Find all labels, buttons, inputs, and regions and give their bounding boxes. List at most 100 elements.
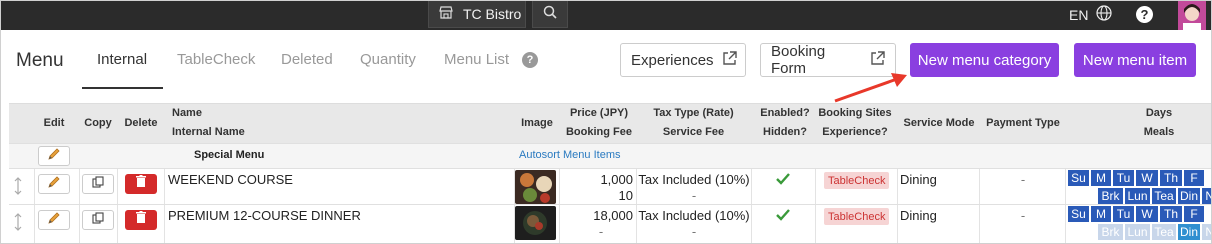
tab-deleted[interactable]: Deleted (281, 51, 333, 68)
new-menu-category-button[interactable]: New menu category (910, 43, 1059, 77)
day-badge: Su (1068, 170, 1089, 186)
top-bar: TC Bistro EN ? (1, 1, 1211, 30)
col-booking-sites: Booking Sites (818, 107, 892, 119)
avatar[interactable] (1178, 1, 1206, 30)
category-row: Special Menu Autosort Menu Items (9, 143, 1211, 168)
experiences-label: Experiences (631, 51, 714, 69)
help-icon[interactable]: ? (522, 52, 538, 68)
experiences-button[interactable]: Experiences (620, 43, 746, 77)
payment-type: - (1020, 172, 1026, 187)
booking-site-badge: TableCheck (824, 172, 890, 189)
page-title: Menu (16, 50, 64, 71)
price: 18,000 (593, 208, 633, 223)
col-service-mode: Service Mode (903, 117, 975, 129)
day-badge: M (1091, 206, 1111, 222)
category-edit-button[interactable] (38, 146, 70, 166)
tax-type: Tax Included (10%) (638, 208, 750, 223)
edit-button[interactable] (38, 210, 70, 230)
tab-tablecheck[interactable]: TableCheck (177, 51, 255, 68)
col-meals: Meals (1143, 126, 1175, 138)
service-fee: - (691, 224, 697, 239)
app-frame: TC Bistro EN ? Menu Internal TableCheck … (0, 0, 1212, 244)
copy-icon (92, 211, 104, 229)
col-copy: Copy (84, 117, 112, 129)
trash-icon (135, 175, 147, 193)
col-enabled: Enabled? (760, 107, 810, 119)
meal-badge: Ni (1202, 224, 1211, 240)
col-internal-name: Internal Name (172, 126, 245, 138)
enabled-check-icon (776, 208, 790, 226)
tab-internal[interactable]: Internal (97, 51, 147, 68)
item-name: PREMIUM 12-COURSE DINNER (168, 208, 361, 223)
active-tab-indicator (82, 87, 163, 89)
meal-badge: Ni (1202, 188, 1211, 204)
booking-fee: 10 (618, 188, 633, 203)
col-service-fee: Service Fee (662, 126, 725, 138)
new-menu-item-button[interactable]: New menu item (1074, 43, 1196, 77)
search-icon (543, 5, 557, 24)
meal-badge: Brk (1098, 224, 1123, 240)
meal-badge: Lun (1125, 188, 1150, 204)
language-selector[interactable]: EN (1069, 5, 1113, 24)
day-badge: W (1136, 170, 1158, 186)
booking-site-badge: TableCheck (824, 208, 890, 225)
meal-badge: Brk (1098, 188, 1123, 204)
copy-button[interactable] (82, 210, 114, 230)
day-badge: Th (1160, 206, 1182, 222)
copy-button[interactable] (82, 174, 114, 194)
day-badge: Tu (1113, 206, 1134, 222)
meal-badge: Din (1178, 188, 1200, 204)
drag-handle-icon[interactable] (14, 177, 22, 200)
col-payment-type: Payment Type (986, 117, 1060, 129)
table-row[interactable]: PREMIUM 12-COURSE DINNER 18,000 - Tax In… (9, 204, 1211, 243)
payment-type: - (1020, 208, 1026, 223)
col-name: Name (172, 107, 202, 119)
store-icon (439, 6, 453, 22)
annotation-arrow (834, 73, 907, 103)
delete-button[interactable] (125, 210, 157, 230)
day-badge: F (1184, 170, 1204, 186)
language-label: EN (1069, 6, 1089, 23)
col-delete: Delete (124, 117, 158, 129)
menu-item-thumbnail (515, 206, 556, 240)
booking-fee: - (598, 224, 604, 239)
globe-icon (1096, 5, 1113, 24)
price: 1,000 (600, 172, 633, 187)
col-edit: Edit (43, 117, 65, 129)
edit-button[interactable] (38, 174, 70, 194)
meal-badge: Lun (1125, 224, 1150, 240)
tax-type: Tax Included (10%) (638, 172, 750, 187)
col-tax-type: Tax Type (Rate) (653, 107, 734, 119)
col-experience: Experience? (822, 126, 888, 138)
item-name: WEEKEND COURSE (168, 172, 293, 187)
service-fee: - (691, 188, 697, 203)
day-badge: W (1136, 206, 1158, 222)
col-image: Image (521, 117, 553, 129)
external-link-icon (722, 50, 737, 70)
delete-button[interactable] (125, 174, 157, 194)
day-badge: M (1091, 170, 1111, 186)
table-header: Edit Copy Delete Name Internal Name Imag… (9, 103, 1211, 143)
tab-quantity[interactable]: Quantity (360, 51, 416, 68)
store-switcher-button[interactable]: TC Bistro (428, 1, 526, 28)
table-row[interactable]: WEEKEND COURSE 1,000 10 Tax Included (10… (9, 168, 1211, 204)
col-price: Price (JPY) (569, 107, 629, 119)
service-mode: Dining (900, 208, 937, 223)
tab-menu-list[interactable]: Menu List (444, 51, 509, 68)
pencil-icon (47, 147, 61, 166)
store-name: TC Bistro (463, 6, 522, 22)
day-badge: F (1184, 206, 1204, 222)
category-name: Special Menu (194, 149, 265, 161)
meal-badge: Tea (1152, 224, 1176, 240)
autosort-link[interactable]: Autosort Menu Items (519, 149, 621, 161)
search-button[interactable] (532, 1, 568, 28)
meal-badge: Tea (1152, 188, 1176, 204)
col-days: Days (1145, 107, 1173, 119)
col-hidden: Hidden? (763, 126, 807, 138)
trash-icon (135, 211, 147, 229)
help-icon[interactable]: ? (1136, 6, 1153, 23)
copy-icon (92, 175, 104, 193)
service-mode: Dining (900, 172, 937, 187)
drag-handle-icon[interactable] (14, 213, 22, 236)
meal-badge: Din (1178, 224, 1200, 240)
